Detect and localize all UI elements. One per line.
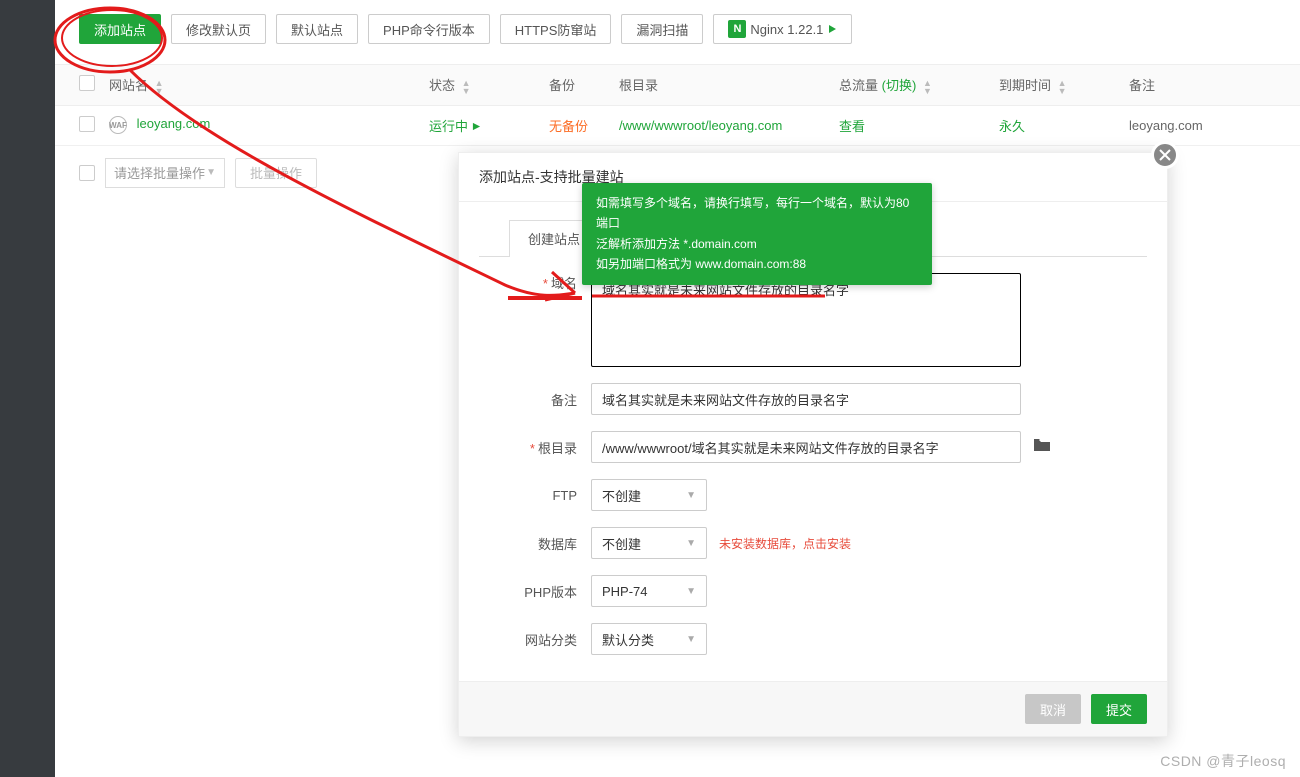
label-category: 网站分类 bbox=[499, 630, 591, 649]
close-icon bbox=[1159, 149, 1171, 161]
sort-caret-icon: ▲▼ bbox=[462, 79, 471, 95]
label-remark: 备注 bbox=[499, 390, 591, 409]
sort-caret-icon: ▲▼ bbox=[1058, 79, 1067, 95]
remark-input[interactable] bbox=[591, 383, 1021, 415]
domain-tooltip: 如需填写多个域名，请换行填写，每行一个域名，默认为80端口 泛解析添加方法 *.… bbox=[582, 183, 932, 285]
https-defense-button[interactable]: HTTPS防窜站 bbox=[500, 14, 612, 44]
traffic-switch-link[interactable]: (切换) bbox=[882, 78, 917, 93]
col-name-label: 网站名 bbox=[109, 78, 148, 93]
db-install-link[interactable]: 未安装数据库，点击安装 bbox=[719, 535, 851, 552]
form: *域名 域名其实就是未来网站文件存放的目录名字 备注 *根目录 FTP 不创建 … bbox=[459, 257, 1167, 681]
nginx-label: Nginx 1.22.1 bbox=[750, 22, 823, 37]
chevron-down-icon: ▼ bbox=[686, 586, 696, 597]
php-cli-button[interactable]: PHP命令行版本 bbox=[368, 14, 490, 44]
nginx-button[interactable]: N Nginx 1.22.1 bbox=[713, 14, 852, 44]
status-running[interactable]: 运行中 bbox=[429, 116, 549, 135]
tooltip-line-2: 泛解析添加方法 *.domain.com bbox=[596, 234, 918, 254]
tooltip-line-3: 如另加端口格式为 www.domain.com:88 bbox=[596, 254, 918, 274]
col-name[interactable]: 网站名 ▲▼ bbox=[109, 75, 429, 95]
sort-caret-icon: ▲▼ bbox=[155, 79, 164, 95]
label-domain: *域名 bbox=[499, 273, 591, 292]
watermark: CSDN @青子leosq bbox=[1160, 751, 1286, 771]
chevron-down-icon: ▼ bbox=[206, 167, 216, 178]
col-status[interactable]: 状态 ▲▼ bbox=[429, 75, 549, 95]
submit-button[interactable]: 提交 bbox=[1091, 694, 1147, 724]
root-input[interactable] bbox=[591, 431, 1021, 463]
table-header: 网站名 ▲▼ 状态 ▲▼ 备份 根目录 总流量 (切换) ▲▼ 到期时间 ▲▼ … bbox=[55, 64, 1300, 106]
close-button[interactable] bbox=[1151, 141, 1179, 169]
batch-select-label: 请选择批量操作 bbox=[114, 163, 205, 182]
col-expire[interactable]: 到期时间 ▲▼ bbox=[999, 75, 1129, 95]
row-domain: *域名 域名其实就是未来网站文件存放的目录名字 bbox=[499, 273, 1127, 367]
vuln-scan-button[interactable]: 漏洞扫描 bbox=[621, 14, 703, 44]
row-remark: 备注 bbox=[499, 383, 1127, 415]
default-site-button[interactable]: 默认站点 bbox=[276, 14, 358, 44]
backup-link[interactable]: 无备份 bbox=[549, 116, 619, 135]
cancel-button[interactable]: 取消 bbox=[1025, 694, 1081, 724]
waf-icon: WAF bbox=[109, 116, 127, 134]
db-value: 不创建 bbox=[602, 534, 641, 553]
chevron-down-icon: ▼ bbox=[686, 634, 696, 645]
batch-select[interactable]: 请选择批量操作 ▼ bbox=[105, 158, 225, 188]
root-link[interactable]: /www/wwwroot/leoyang.com bbox=[619, 118, 839, 133]
ftp-value: 不创建 bbox=[602, 486, 641, 505]
expire-link[interactable]: 永久 bbox=[999, 116, 1129, 135]
site-name-link[interactable]: leoyang.com bbox=[137, 116, 211, 131]
col-backup: 备份 bbox=[549, 75, 619, 94]
ftp-select[interactable]: 不创建 ▼ bbox=[591, 479, 707, 511]
col-traffic-label: 总流量 bbox=[839, 78, 878, 93]
status-label: 运行中 bbox=[429, 119, 468, 134]
col-remark: 备注 bbox=[1129, 75, 1276, 94]
folder-icon[interactable] bbox=[1033, 437, 1051, 457]
select-all-checkbox[interactable] bbox=[79, 75, 95, 91]
nginx-icon: N bbox=[728, 20, 746, 38]
row-checkbox[interactable] bbox=[79, 116, 95, 132]
col-traffic[interactable]: 总流量 (切换) ▲▼ bbox=[839, 75, 999, 95]
php-value: PHP-74 bbox=[602, 584, 648, 599]
col-status-label: 状态 bbox=[429, 78, 455, 93]
category-select[interactable]: 默认分类 ▼ bbox=[591, 623, 707, 655]
tooltip-line-1: 如需填写多个域名，请换行填写，每行一个域名，默认为80端口 bbox=[596, 193, 918, 234]
label-root: *根目录 bbox=[499, 438, 591, 457]
add-site-button[interactable]: 添加站点 bbox=[79, 14, 161, 44]
row-root: *根目录 bbox=[499, 431, 1127, 463]
batch-checkbox[interactable] bbox=[79, 165, 95, 181]
chevron-down-icon: ▼ bbox=[686, 538, 696, 549]
table-row: WAF leoyang.com 运行中 无备份 /www/wwwroot/leo… bbox=[55, 106, 1300, 146]
play-icon bbox=[472, 122, 481, 131]
col-root: 根目录 bbox=[619, 75, 839, 94]
label-db: 数据库 bbox=[499, 534, 591, 553]
toolbar: 添加站点 修改默认页 默认站点 PHP命令行版本 HTTPS防窜站 漏洞扫描 N… bbox=[55, 0, 1300, 64]
edit-default-page-button[interactable]: 修改默认页 bbox=[171, 14, 266, 44]
label-ftp: FTP bbox=[499, 488, 591, 503]
modal-footer: 取消 提交 bbox=[459, 681, 1167, 736]
chevron-down-icon: ▼ bbox=[686, 490, 696, 501]
left-rail bbox=[0, 0, 55, 777]
remark-text: leoyang.com bbox=[1129, 118, 1276, 133]
label-php: PHP版本 bbox=[499, 582, 591, 601]
category-value: 默认分类 bbox=[602, 630, 654, 649]
traffic-link[interactable]: 查看 bbox=[839, 116, 999, 135]
sort-caret-icon: ▲▼ bbox=[923, 79, 932, 95]
row-ftp: FTP 不创建 ▼ bbox=[499, 479, 1127, 511]
row-db: 数据库 不创建 ▼ 未安装数据库，点击安装 bbox=[499, 527, 1127, 559]
batch-action-button[interactable]: 批量操作 bbox=[235, 158, 317, 188]
php-select[interactable]: PHP-74 ▼ bbox=[591, 575, 707, 607]
domain-input[interactable]: 域名其实就是未来网站文件存放的目录名字 bbox=[591, 273, 1021, 367]
db-select[interactable]: 不创建 ▼ bbox=[591, 527, 707, 559]
play-icon bbox=[827, 24, 837, 34]
row-php: PHP版本 PHP-74 ▼ bbox=[499, 575, 1127, 607]
col-expire-label: 到期时间 bbox=[999, 78, 1051, 93]
row-category: 网站分类 默认分类 ▼ bbox=[499, 623, 1127, 655]
